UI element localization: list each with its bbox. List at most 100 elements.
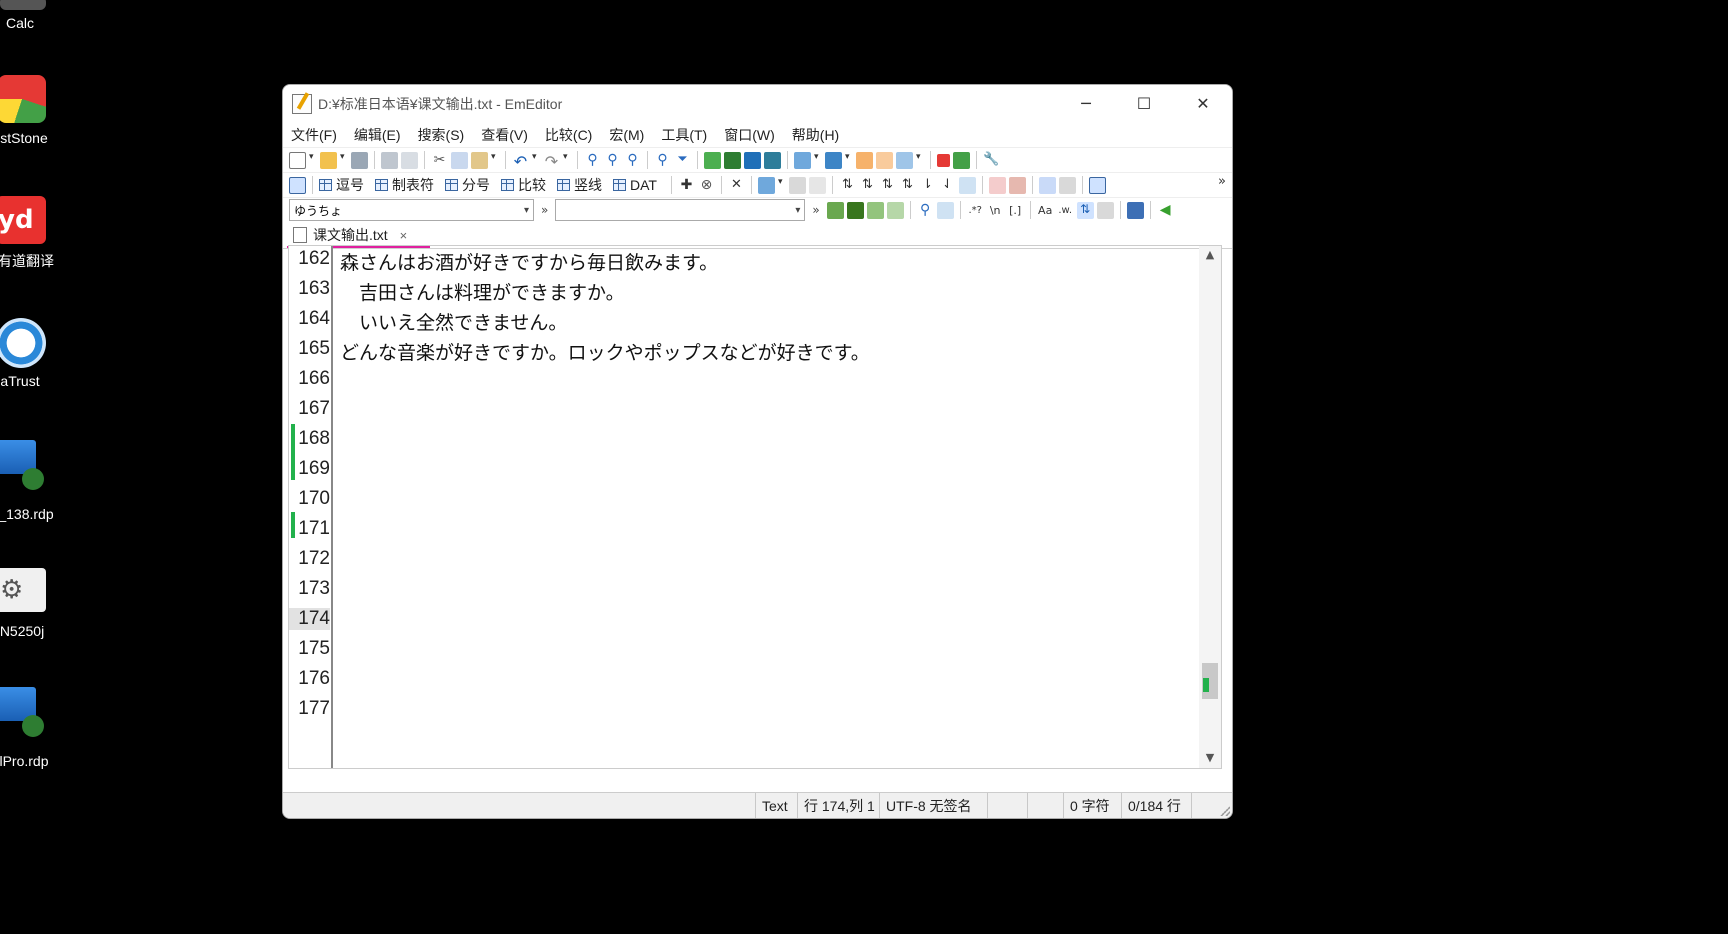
save-icon[interactable]	[351, 151, 368, 169]
csv-mode-compare[interactable]: 比较	[501, 175, 546, 195]
menu-view[interactable]: 查看(V)	[481, 125, 528, 145]
chevron-down-icon[interactable]: ▾	[340, 152, 348, 169]
wrap-page-icon[interactable]	[764, 151, 781, 169]
document-icon[interactable]	[794, 151, 811, 169]
workspace-icon[interactable]	[825, 151, 842, 169]
chevron-down-icon[interactable]: ▾	[814, 152, 822, 169]
find-icon[interactable]: ⚲	[917, 202, 934, 219]
menu-edit[interactable]: 编辑(E)	[354, 125, 401, 145]
cut-icon[interactable]: ✂	[431, 152, 448, 169]
tab-close-button[interactable]: ×	[400, 228, 408, 243]
normal-mode-icon[interactable]	[289, 176, 306, 194]
escape-sequence-icon[interactable]: \n	[987, 202, 1004, 219]
chevron-down-icon[interactable]: ▾	[845, 152, 853, 169]
sync-scroll-icon[interactable]	[1058, 176, 1076, 194]
toolbar-overflow-icon[interactable]: »	[812, 203, 819, 217]
highlight-icon[interactable]	[936, 201, 954, 219]
word-wrap-icon[interactable]	[724, 151, 741, 169]
maximize-button[interactable]: ☐	[1115, 85, 1173, 122]
regex-icon[interactable]: .*?	[967, 202, 984, 219]
minimize-button[interactable]: ─	[1057, 85, 1115, 122]
replace-icon[interactable]	[886, 201, 904, 219]
chevron-down-icon[interactable]: ▾	[916, 152, 924, 169]
find-icon[interactable]: ⚲	[584, 152, 601, 169]
spell-check-icon[interactable]	[988, 176, 1006, 194]
status-position[interactable]: 行 174,列 1	[797, 793, 879, 818]
plugin-icon[interactable]	[896, 151, 913, 169]
toolbar-overflow-icon[interactable]: »	[1218, 174, 1226, 189]
menu-window[interactable]: 窗口(W)	[724, 125, 775, 145]
csv-mode-pipe[interactable]: 竖线	[557, 175, 602, 195]
split-window-icon[interactable]	[1038, 176, 1056, 194]
record-macro-icon[interactable]	[937, 153, 950, 167]
menu-macro[interactable]: 宏(M)	[609, 125, 644, 145]
find-next-icon[interactable]: ⚲	[604, 152, 621, 169]
menu-help[interactable]: 帮助(H)	[792, 125, 839, 145]
sort-numeric-icon[interactable]: ⇅	[879, 177, 896, 194]
chevron-down-icon[interactable]: ▾	[563, 152, 571, 169]
sort-numeric-desc-icon[interactable]: ⇅	[899, 177, 916, 194]
freeze-icon[interactable]	[808, 176, 826, 194]
chevron-down-icon[interactable]: ▾	[309, 152, 317, 169]
resize-grip-icon[interactable]	[1220, 806, 1230, 816]
wrap-window-icon[interactable]	[744, 151, 761, 169]
match-case-icon[interactable]: Aa	[1037, 202, 1054, 219]
macro-icon[interactable]	[856, 151, 873, 169]
align-icon[interactable]	[788, 176, 806, 194]
find-previous-icon[interactable]: ⚲	[624, 152, 641, 169]
csv-mode-semicolon[interactable]: 分号	[445, 175, 490, 195]
sort-ascending-icon[interactable]: ⇅	[839, 177, 856, 194]
search-list-icon[interactable]	[1096, 201, 1114, 219]
remove-icon[interactable]: ⊗	[698, 177, 715, 194]
view-mode-icon[interactable]	[704, 151, 721, 169]
menu-tools[interactable]: 工具(T)	[661, 125, 707, 145]
macro-select-icon[interactable]	[876, 151, 893, 169]
text-line[interactable]: 吉田さんは料理ができますか。	[340, 278, 625, 305]
search-bar-icon[interactable]	[1126, 201, 1144, 219]
csv-mode-tab[interactable]: 制表符	[375, 175, 434, 195]
redo-icon[interactable]: ↷	[543, 152, 560, 171]
status-encoding[interactable]: UTF-8 无签名	[879, 793, 987, 818]
filter-icon[interactable]: ⏷	[674, 152, 691, 169]
print-preview-icon[interactable]	[401, 151, 418, 169]
add-column-icon[interactable]: ✚	[678, 177, 695, 194]
properties-icon[interactable]: 🔧	[983, 152, 1000, 169]
undo-icon[interactable]: ↶	[512, 152, 529, 171]
menu-file[interactable]: 文件(F)	[291, 125, 337, 145]
sort-icon[interactable]	[958, 176, 976, 194]
close-button[interactable]: ✕	[1174, 85, 1232, 122]
outline-icon[interactable]	[1088, 176, 1106, 194]
chevron-down-icon[interactable]: ▾	[778, 177, 786, 194]
text-line[interactable]: いいえ全然できません。	[340, 308, 567, 335]
close-search-bar-icon[interactable]: ◀	[1157, 202, 1174, 219]
search-all-icon[interactable]	[866, 201, 884, 219]
csv-mode-dat[interactable]: DAT	[613, 177, 657, 193]
csv-mode-comma[interactable]: 逗号	[319, 175, 364, 195]
brackets-icon[interactable]: [.]	[1007, 202, 1024, 219]
chevron-down-icon[interactable]: ▾	[532, 152, 540, 169]
menu-search[interactable]: 搜索(S)	[418, 125, 465, 145]
sort-length-icon[interactable]: ⇂	[919, 177, 936, 194]
dictionary-icon[interactable]	[1008, 176, 1026, 194]
search-previous-icon[interactable]	[846, 201, 864, 219]
text-line[interactable]: 森さんはお酒が好きですから毎日飲みます。	[340, 248, 718, 275]
whole-word-icon[interactable]: .w.	[1057, 202, 1074, 219]
text-line[interactable]: どんな音楽が好きですか。ロックやポップスなどが好きです。	[340, 338, 870, 365]
wrap-around-icon[interactable]: ⇅	[1076, 201, 1094, 219]
print-icon[interactable]	[381, 151, 398, 169]
title-bar[interactable]: D:¥标准日本语¥课文输出.txt - EmEditor ─ ☐ ✕	[283, 85, 1232, 122]
scroll-up-icon[interactable]: ▲	[1199, 248, 1221, 261]
chevron-down-icon[interactable]: ▾	[491, 152, 499, 169]
scroll-down-icon[interactable]: ▼	[1199, 751, 1221, 764]
columns-icon[interactable]	[757, 176, 775, 194]
open-folder-icon[interactable]	[320, 151, 337, 169]
find-in-files-icon[interactable]: ⚲	[654, 152, 671, 169]
vertical-scrollbar[interactable]: ▲ ▼	[1199, 246, 1221, 768]
tools-icon[interactable]: ✕	[728, 177, 745, 194]
search-next-icon[interactable]	[826, 201, 844, 219]
copy-icon[interactable]	[451, 151, 468, 169]
run-macro-icon[interactable]	[953, 151, 970, 169]
sort-descending-icon[interactable]: ⇅	[859, 177, 876, 194]
font-combo[interactable]: ゆうちょ ▾	[289, 199, 534, 221]
sort-length-desc-icon[interactable]: ⇃	[939, 177, 956, 194]
